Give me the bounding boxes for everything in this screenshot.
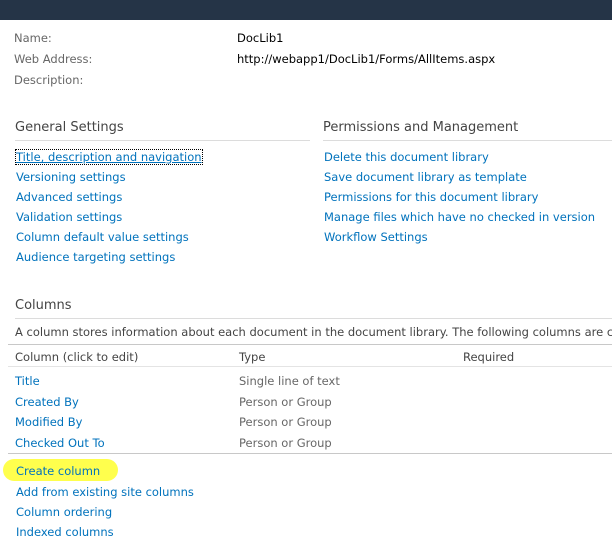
column-row-created-by-type: Person or Group bbox=[239, 395, 332, 409]
web-address-label: Web Address: bbox=[14, 52, 93, 66]
columns-table-top-border bbox=[8, 344, 612, 345]
column-row-modified-by-type: Person or Group bbox=[239, 415, 332, 429]
column-header-name: Column (click to edit) bbox=[15, 350, 139, 364]
permissions-divider bbox=[323, 140, 612, 141]
columns-table-bottom-border bbox=[8, 453, 612, 454]
columns-header-border bbox=[8, 366, 612, 367]
description-label: Description: bbox=[14, 73, 84, 87]
versioning-settings-link[interactable]: Versioning settings bbox=[16, 170, 126, 184]
permissions-management-heading: Permissions and Management bbox=[323, 120, 519, 135]
column-row-checked-out-to-link[interactable]: Checked Out To bbox=[15, 436, 105, 450]
columns-description: A column stores information about each d… bbox=[15, 325, 612, 339]
general-settings-divider bbox=[15, 140, 310, 141]
top-navigation-bar bbox=[0, 0, 612, 20]
web-address-value: http://webapp1/DocLib1/Forms/AllItems.as… bbox=[237, 52, 496, 66]
column-row-title-link[interactable]: Title bbox=[15, 374, 40, 388]
manage-checked-out-files-link[interactable]: Manage files which have no checked in ve… bbox=[324, 210, 595, 224]
workflow-settings-link[interactable]: Workflow Settings bbox=[324, 230, 428, 244]
create-column-link[interactable]: Create column bbox=[16, 464, 100, 478]
column-row-title-type: Single line of text bbox=[239, 374, 340, 388]
column-header-type: Type bbox=[239, 350, 266, 364]
name-value: DocLib1 bbox=[237, 31, 284, 45]
name-label: Name: bbox=[14, 31, 52, 45]
indexed-columns-link[interactable]: Indexed columns bbox=[16, 525, 114, 539]
add-existing-site-columns-link[interactable]: Add from existing site columns bbox=[16, 485, 194, 499]
column-row-created-by-link[interactable]: Created By bbox=[15, 395, 79, 409]
library-permissions-link[interactable]: Permissions for this document library bbox=[324, 190, 538, 204]
delete-library-link[interactable]: Delete this document library bbox=[324, 150, 489, 164]
column-default-value-settings-link[interactable]: Column default value settings bbox=[16, 230, 189, 244]
columns-heading: Columns bbox=[15, 298, 72, 313]
validation-settings-link[interactable]: Validation settings bbox=[16, 210, 122, 224]
audience-targeting-settings-link[interactable]: Audience targeting settings bbox=[16, 250, 175, 264]
column-ordering-link[interactable]: Column ordering bbox=[16, 505, 112, 519]
advanced-settings-link[interactable]: Advanced settings bbox=[16, 190, 122, 204]
column-row-modified-by-link[interactable]: Modified By bbox=[15, 415, 82, 429]
general-settings-heading: General Settings bbox=[15, 120, 124, 135]
save-as-template-link[interactable]: Save document library as template bbox=[324, 170, 527, 184]
columns-divider bbox=[15, 318, 612, 319]
column-row-checked-out-to-type: Person or Group bbox=[239, 436, 332, 450]
title-description-navigation-link[interactable]: Title, description and navigation bbox=[15, 149, 203, 165]
column-header-required: Required bbox=[463, 350, 515, 364]
